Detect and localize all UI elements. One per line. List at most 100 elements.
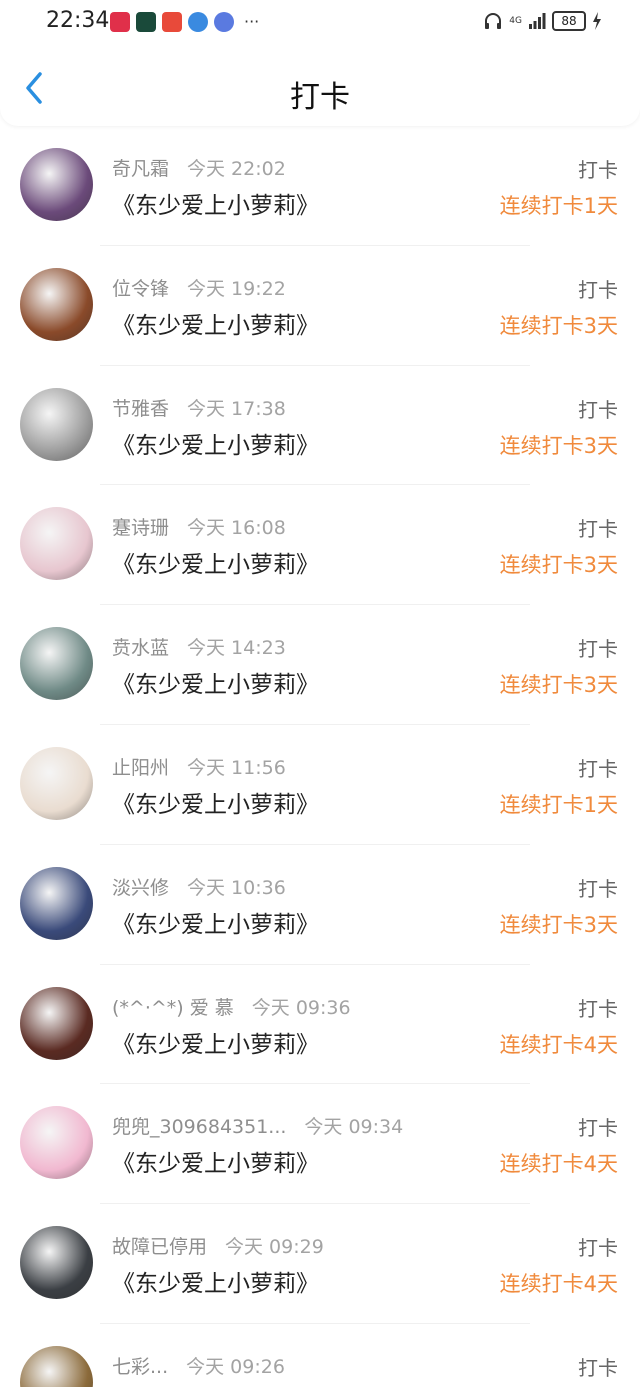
list-item[interactable]: (*^·^*) 爱 慕今天 09:36 《东少爱上小萝莉》 打卡连续打卡4天 bbox=[0, 965, 640, 1085]
avatar[interactable] bbox=[20, 1345, 93, 1387]
list-item[interactable]: 节雅香 今天 17:38 《东少爱上小萝莉》 打卡连续打卡3天 bbox=[0, 366, 640, 486]
book-title[interactable]: 《东少爱上小萝莉》 bbox=[112, 1144, 319, 1178]
checkin-action-label: 打卡 bbox=[578, 517, 618, 542]
book-title[interactable]: 《东少爱上小萝莉》 bbox=[112, 545, 319, 579]
user-meta: 节雅香 今天 17:38 bbox=[112, 394, 286, 421]
checkin-action-label: 打卡 bbox=[578, 756, 618, 781]
checkin-time: 今天 17:38 bbox=[187, 397, 286, 420]
user-name[interactable]: 贲水蓝 bbox=[112, 637, 169, 659]
avatar[interactable] bbox=[20, 267, 93, 341]
checkin-time: 今天 09:34 bbox=[304, 1116, 404, 1139]
checkin-time: 今天 22:02 bbox=[187, 158, 286, 180]
list-item[interactable]: 奇凡霜 今天 22:02 《东少爱上小萝莉》 打卡 连续打卡1天 bbox=[0, 126, 640, 246]
checkin-time: 今天 16:08 bbox=[187, 517, 286, 540]
user-name[interactable]: 奇凡霜 bbox=[112, 158, 169, 180]
avatar[interactable] bbox=[20, 986, 93, 1060]
streak-badge: 连续打卡3天 bbox=[499, 433, 618, 458]
checkin-action-label: 打卡 bbox=[578, 277, 618, 302]
user-meta: 止阳州 今天 11:56 bbox=[112, 753, 286, 780]
streak-badge: 连续打卡1天 bbox=[499, 792, 618, 817]
streak-badge: 连续打卡4天 bbox=[499, 1032, 618, 1057]
avatar[interactable] bbox=[20, 507, 93, 581]
signal-icon bbox=[529, 13, 546, 29]
checkin-action-label: 打卡 bbox=[578, 996, 618, 1021]
user-meta: 兜兜_309684351... 今天 09:34 bbox=[112, 1112, 403, 1139]
checkin-time: 今天 10:36 bbox=[187, 876, 286, 899]
checkin-action-label: 打卡 bbox=[578, 637, 618, 662]
app-notification-icon bbox=[136, 12, 156, 32]
book-title[interactable]: 《东少爱上小萝莉》 bbox=[112, 905, 319, 939]
headphones-icon bbox=[485, 13, 502, 29]
book-title[interactable]: 《东少爱上小萝莉》 bbox=[112, 785, 319, 819]
avatar[interactable] bbox=[20, 148, 93, 221]
book-title[interactable]: 《东少爱上小萝莉》 bbox=[112, 306, 319, 340]
user-name[interactable]: 位令锋 bbox=[112, 278, 169, 300]
checkin-action-label: 打卡 bbox=[578, 397, 618, 422]
user-name[interactable]: 蹇诗珊 bbox=[112, 517, 169, 539]
app-notification-icon bbox=[188, 12, 208, 32]
avatar[interactable] bbox=[20, 1226, 93, 1300]
streak-badge: 连续打卡3天 bbox=[499, 553, 618, 578]
status-time: 22:34 bbox=[46, 8, 110, 33]
network-type: 4G bbox=[509, 15, 522, 26]
list-item[interactable]: 故障已停用 今天 09:29 《东少爱上小萝莉》 打卡连续打卡4天 bbox=[0, 1204, 640, 1324]
user-name[interactable]: (*^·^*) 爱 慕 bbox=[112, 997, 234, 1019]
checkin-time: 今天 14:23 bbox=[187, 637, 286, 660]
user-name[interactable]: 故障已停用 bbox=[112, 1236, 207, 1258]
checkin-action-label: 打卡 bbox=[578, 1355, 618, 1380]
book-title[interactable]: 《东少爱上小萝莉》 bbox=[112, 665, 319, 699]
user-meta: 贲水蓝 今天 14:23 bbox=[112, 633, 286, 660]
status-bar: 22:34 ··· 4G 88 bbox=[0, 0, 640, 46]
streak-badge: 连续打卡3天 bbox=[499, 673, 618, 698]
checkin-time: 今天 09:29 bbox=[225, 1236, 324, 1259]
user-name[interactable]: 七彩... bbox=[112, 1356, 168, 1378]
book-title[interactable]: 《东少爱上小萝莉》 bbox=[112, 426, 319, 460]
checkin-time: 今天 09:36 bbox=[251, 996, 351, 1019]
book-title[interactable]: 《东少爱上小萝莉》 bbox=[112, 1025, 319, 1059]
streak-badge: 连续打卡4天 bbox=[499, 1152, 618, 1177]
list-item[interactable]: 贲水蓝 今天 14:23 《东少爱上小萝莉》 打卡连续打卡3天 bbox=[0, 605, 640, 725]
avatar[interactable] bbox=[20, 1106, 93, 1180]
list-item[interactable]: 淡兴修 今天 10:36 《东少爱上小萝莉》 打卡 连续打卡3天 bbox=[0, 845, 640, 965]
list-item[interactable]: 兜兜_309684351... 今天 09:34 《东少爱上小萝莉》 打卡连续打卡4天 bbox=[0, 1084, 640, 1205]
streak-badge: 连续打卡1天 bbox=[499, 194, 618, 218]
list-item[interactable]: 七彩... 今天 09:26 打卡 bbox=[0, 1324, 640, 1387]
book-title[interactable]: 《东少爱上小萝莉》 bbox=[112, 186, 319, 220]
checkin-action-label: 打卡 bbox=[578, 876, 618, 901]
avatar[interactable] bbox=[20, 746, 93, 820]
app-notification-icon bbox=[110, 12, 130, 32]
avatar[interactable] bbox=[20, 627, 93, 701]
navigation-bar: 打卡 bbox=[0, 46, 640, 126]
list-item[interactable]: 蹇诗珊 今天 16:08 《东少爱上小萝莉》 打卡连续打卡3天 bbox=[0, 485, 640, 606]
avatar[interactable] bbox=[20, 866, 93, 940]
user-meta: 七彩... 今天 09:26 bbox=[112, 1352, 285, 1379]
page-title: 打卡 bbox=[290, 80, 350, 115]
status-right: 4G 88 bbox=[483, 11, 602, 31]
checkin-list: 奇凡霜 今天 22:02 《东少爱上小萝莉》 打卡 连续打卡1天 位令锋 今天 19:22 《… bbox=[0, 126, 640, 1387]
streak-badge: 连续打卡4天 bbox=[499, 1272, 618, 1297]
more-notifications-icon: ··· bbox=[244, 12, 260, 31]
user-meta: 故障已停用 今天 09:29 bbox=[112, 1232, 324, 1259]
checkin-time: 今天 09:26 bbox=[186, 1355, 285, 1378]
user-meta: 蹇诗珊 今天 16:08 bbox=[112, 513, 286, 540]
user-name[interactable]: 淡兴修 bbox=[112, 877, 169, 899]
user-meta: 位令锋 今天 19:22 bbox=[112, 274, 286, 301]
avatar[interactable] bbox=[20, 387, 93, 461]
battery-icon: 88 bbox=[552, 11, 586, 31]
list-item[interactable]: 位令锋 今天 19:22 《东少爱上小萝莉》 打卡连续打卡3天 bbox=[0, 246, 640, 366]
checkin-action-label: 打卡 bbox=[578, 1116, 618, 1141]
user-name[interactable]: 兜兜_309684351... bbox=[112, 1116, 286, 1138]
checkin-action-label: 打卡 bbox=[578, 1236, 618, 1261]
app-notification-icon bbox=[162, 12, 182, 32]
checkin-time: 今天 11:56 bbox=[187, 756, 286, 779]
user-name[interactable]: 止阳州 bbox=[112, 757, 169, 779]
user-meta: 奇凡霜 今天 22:02 bbox=[112, 154, 286, 181]
user-name[interactable]: 节雅香 bbox=[112, 398, 169, 420]
book-title[interactable]: 《东少爱上小萝莉》 bbox=[112, 1264, 319, 1298]
charging-icon bbox=[593, 12, 601, 30]
streak-badge: 连续打卡3天 bbox=[499, 313, 618, 338]
user-meta: (*^·^*) 爱 慕今天 09:36 bbox=[112, 993, 351, 1020]
music-icon bbox=[214, 12, 234, 32]
list-item[interactable]: 止阳州 今天 11:56 《东少爱上小萝莉》 打卡连续打卡1天 bbox=[0, 725, 640, 845]
notification-icons: ··· bbox=[110, 12, 259, 32]
